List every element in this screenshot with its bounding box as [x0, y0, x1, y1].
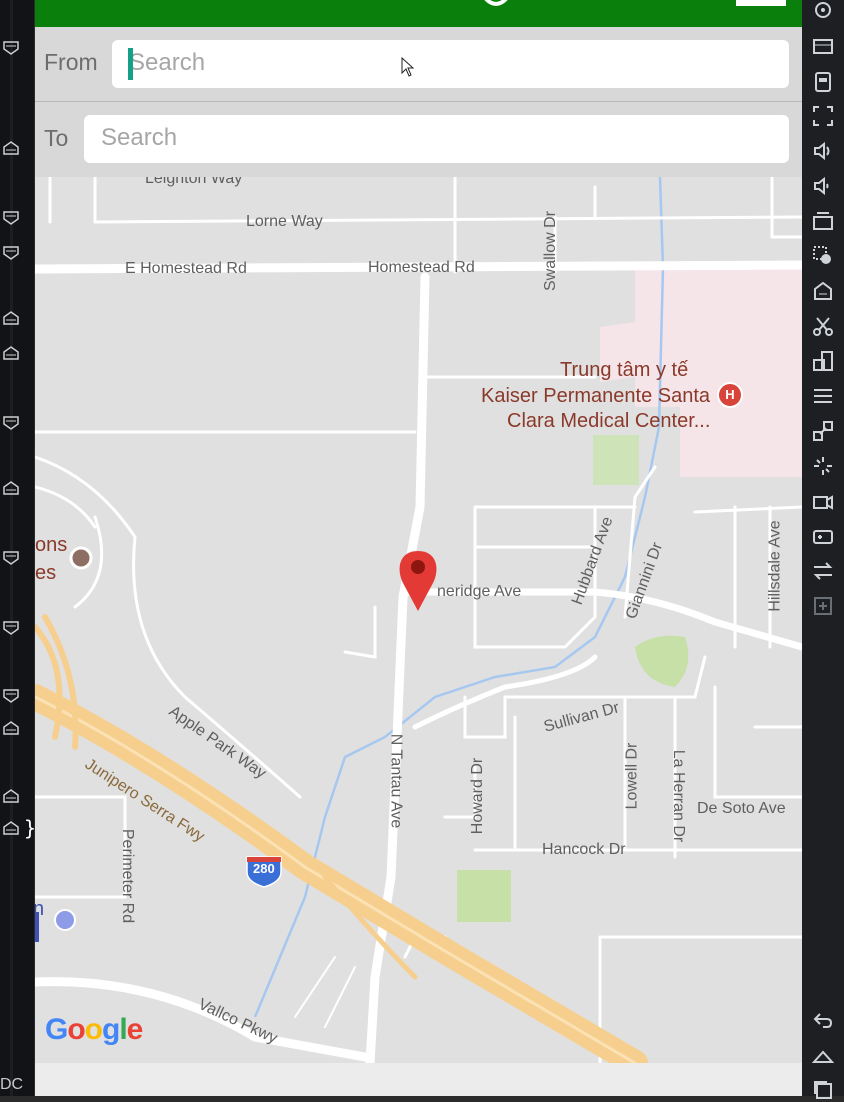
street-label: Hillsdale Ave: [766, 520, 784, 612]
left-edge-letter: n: [35, 898, 45, 920]
video-record-icon[interactable]: [811, 489, 835, 513]
gutter-rail: [10, 0, 13, 1096]
mouse-pointer-icon: [401, 56, 415, 84]
scissors-icon[interactable]: [811, 314, 835, 338]
volume-down-icon[interactable]: [811, 174, 835, 198]
street-label: Swallow Dr: [542, 210, 560, 292]
street-label: De Soto Ave: [697, 800, 786, 817]
left-poi-line[interactable]: ons: [35, 533, 67, 558]
fold-marker-icon[interactable]: [2, 480, 20, 495]
fold-marker-icon[interactable]: [2, 40, 20, 55]
park: [593, 435, 639, 485]
map-canvas: [35, 177, 802, 1063]
battery-icon[interactable]: [811, 70, 835, 94]
fold-marker-icon[interactable]: [2, 550, 20, 565]
camera-icon[interactable]: [811, 209, 835, 233]
volume-up-icon[interactable]: [811, 139, 835, 163]
park: [635, 635, 689, 687]
street-label: Lowell Dr: [623, 742, 641, 810]
hospital-name-line[interactable]: Kaiser Permanente Santa: [481, 384, 710, 409]
street-label: Howard Dr: [469, 757, 487, 835]
left-poi-icon: [69, 546, 93, 570]
app-title-fragment: [483, 0, 509, 6]
hospital-name-line[interactable]: Clara Medical Center...: [507, 409, 710, 434]
recents-icon[interactable]: [811, 1078, 835, 1102]
hospital-name-line[interactable]: Trung tâm y tế: [560, 358, 688, 383]
apk-install-icon[interactable]: [811, 279, 835, 303]
fullscreen-icon[interactable]: [811, 104, 835, 128]
back-icon[interactable]: [811, 1008, 835, 1032]
swap-icon[interactable]: [811, 559, 835, 583]
touch-icon[interactable]: [811, 244, 835, 268]
emulator-toolbar: [802, 0, 844, 1099]
loading-icon[interactable]: [811, 454, 835, 478]
fold-marker-icon[interactable]: [2, 720, 20, 735]
to-search-input[interactable]: Search: [84, 115, 789, 163]
fold-marker-icon[interactable]: [2, 820, 20, 835]
street-label: Lorne Way: [246, 213, 323, 230]
to-row: To Search: [35, 102, 802, 176]
map-view[interactable]: Leighton Way Lorne Way E Homestead Rd Ho…: [35, 177, 802, 1063]
from-label: From: [44, 49, 98, 75]
home-icon[interactable]: [811, 1044, 835, 1068]
fold-marker-icon[interactable]: [2, 788, 20, 803]
google-logo[interactable]: Google: [45, 1013, 143, 1047]
street-label: N Tantau Ave: [387, 733, 405, 829]
gamepad-icon[interactable]: [811, 524, 835, 548]
fold-marker-icon[interactable]: [2, 210, 20, 225]
app-bar: [35, 0, 802, 27]
fold-marker-icon[interactable]: [2, 620, 20, 635]
from-search-input[interactable]: Search: [112, 40, 789, 88]
fold-marker-icon[interactable]: [2, 245, 20, 260]
fold-marker-icon[interactable]: [2, 140, 20, 155]
fold-marker-icon[interactable]: [2, 415, 20, 430]
left-poi-line[interactable]: es: [35, 561, 56, 586]
fold-marker-icon[interactable]: [2, 310, 20, 325]
street-label: neridge Ave: [437, 583, 522, 600]
from-placeholder: Search: [129, 49, 206, 76]
device-screen: From Search To Search Leighton Way Lorne…: [35, 0, 802, 1096]
fold-marker-icon[interactable]: [2, 688, 20, 703]
street-label: La Herran Dr: [670, 749, 688, 843]
street-label: E Homestead Rd: [125, 260, 247, 277]
to-placeholder: Search: [101, 124, 178, 151]
route-search-panel: From Search To Search: [35, 27, 802, 177]
highway-shield-number: 280: [253, 861, 275, 876]
fold-marker-icon[interactable]: [2, 345, 20, 360]
from-row: From Search: [35, 27, 802, 102]
resize-icon[interactable]: [811, 349, 835, 373]
location-icon[interactable]: [811, 0, 835, 24]
to-label: To: [44, 125, 69, 151]
street-label: Homestead Rd: [368, 259, 475, 276]
menu-lines-icon[interactable]: [811, 384, 835, 408]
menu-icon[interactable]: [736, 0, 786, 6]
link-icon[interactable]: [811, 419, 835, 443]
add-box-icon[interactable]: [811, 594, 835, 618]
shopping-icon: [54, 909, 76, 931]
gutter-text: DC: [0, 1076, 24, 1093]
street-label: Perimeter Rd: [119, 828, 137, 924]
street-label: Hancock Dr: [542, 841, 626, 858]
hospital-icon[interactable]: H: [717, 382, 743, 408]
screen-bottom-strip: [35, 1063, 802, 1096]
park: [457, 870, 511, 922]
street-label: Leighton Way: [145, 177, 243, 187]
display-icon[interactable]: [811, 35, 835, 59]
ide-gutter: } DC: [0, 0, 36, 1096]
text-cursor: [128, 48, 133, 80]
